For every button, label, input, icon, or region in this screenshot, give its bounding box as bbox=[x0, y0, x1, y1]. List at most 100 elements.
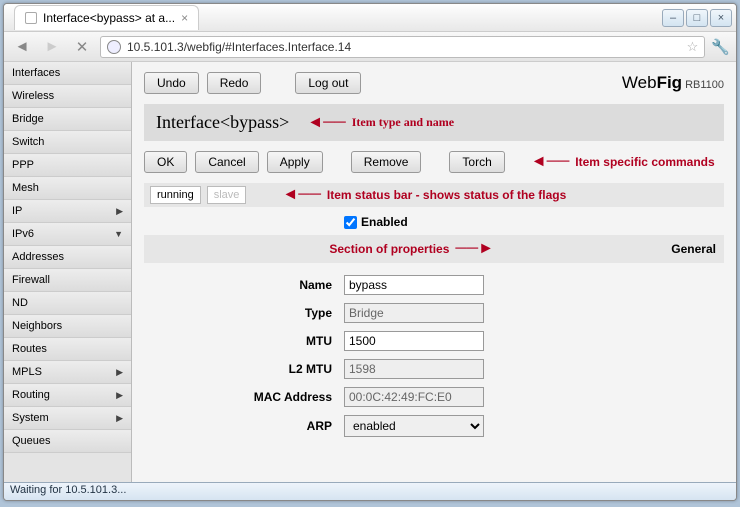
enabled-checkbox[interactable] bbox=[344, 216, 357, 229]
annot-status: Item status bar - shows status of the fl… bbox=[327, 188, 566, 202]
minimize-button[interactable]: – bbox=[662, 9, 684, 27]
mtu-field[interactable] bbox=[344, 331, 484, 351]
sidebar-item-label: Addresses bbox=[12, 251, 64, 263]
sidebar-item-label: Mesh bbox=[12, 182, 39, 194]
sidebar-item-label: Bridge bbox=[12, 113, 44, 125]
sidebar-item-mpls[interactable]: MPLS ▶ bbox=[4, 361, 131, 384]
browser-tab[interactable]: Interface<bypass> at a... × bbox=[14, 5, 199, 30]
sidebar-item-label: Wireless bbox=[12, 90, 54, 102]
top-buttons: Undo Redo Log out WebFigRB1100 bbox=[144, 72, 724, 94]
torch-button[interactable]: Torch bbox=[449, 151, 504, 173]
sidebar-item-routing[interactable]: Routing ▶ bbox=[4, 384, 131, 407]
arrow-left-icon: ◄── bbox=[282, 186, 321, 204]
sidebar-item-label: Routes bbox=[12, 343, 47, 355]
annot-commands: Item specific commands bbox=[575, 155, 714, 169]
bookmark-icon[interactable]: ☆ bbox=[687, 39, 699, 55]
window-controls: – □ × bbox=[662, 9, 732, 27]
sidebar-item-label: System bbox=[12, 412, 49, 424]
sidebar-item-queues[interactable]: Queues bbox=[4, 430, 131, 453]
status-bar: running slave ◄── Item status bar - shows… bbox=[144, 183, 724, 207]
redo-button[interactable]: Redo bbox=[207, 72, 262, 94]
sidebar-item-neighbors[interactable]: Neighbors bbox=[4, 315, 131, 338]
arrow-right-icon: ──► bbox=[455, 240, 494, 258]
sidebar-item-interfaces[interactable]: Interfaces bbox=[4, 62, 131, 85]
sidebar-item-label: Interfaces bbox=[12, 67, 60, 79]
browser-statusbar: Waiting for 10.5.101.3... bbox=[4, 482, 736, 500]
sidebar-item-label: Neighbors bbox=[12, 320, 62, 332]
item-header: Interface<bypass> ◄── Item type and name bbox=[144, 104, 724, 141]
section-general: General bbox=[671, 242, 716, 256]
page-icon bbox=[25, 12, 37, 24]
sidebar-item-ppp[interactable]: PPP bbox=[4, 154, 131, 177]
sidebar: Interfaces Wireless Bridge Switch PPP Mesh IP ▶… bbox=[4, 62, 132, 482]
sidebar-item-wireless[interactable]: Wireless bbox=[4, 85, 131, 108]
type-label: Type bbox=[144, 306, 344, 320]
browser-window: Interface<bypass> at a... × – □ × ◄ ► ✕ … bbox=[3, 3, 737, 501]
arp-label: ARP bbox=[144, 419, 344, 433]
l2mtu-field bbox=[344, 359, 484, 379]
apply-button[interactable]: Apply bbox=[267, 151, 323, 173]
main-panel: Undo Redo Log out WebFigRB1100 Interface… bbox=[132, 62, 736, 482]
type-field bbox=[344, 303, 484, 323]
sidebar-item-firewall[interactable]: Firewall bbox=[4, 269, 131, 292]
close-icon[interactable]: × bbox=[181, 11, 188, 25]
mac-label: MAC Address bbox=[144, 390, 344, 404]
sidebar-item-label: Queues bbox=[12, 435, 51, 447]
arrow-left-icon: ◄── bbox=[307, 114, 346, 132]
arp-select[interactable]: enabled bbox=[344, 415, 484, 437]
status-slave: slave bbox=[207, 186, 247, 204]
sidebar-item-system[interactable]: System ▶ bbox=[4, 407, 131, 430]
remove-button[interactable]: Remove bbox=[351, 151, 422, 173]
chevron-right-icon: ▶ bbox=[116, 367, 123, 378]
section-header: Section of properties ──► General bbox=[144, 235, 724, 263]
logout-button[interactable]: Log out bbox=[295, 72, 361, 94]
undo-button[interactable]: Undo bbox=[144, 72, 199, 94]
annot-typename: Item type and name bbox=[352, 115, 454, 130]
ok-button[interactable]: OK bbox=[144, 151, 187, 173]
webfig-logo: WebFigRB1100 bbox=[622, 73, 724, 93]
back-button[interactable]: ◄ bbox=[10, 37, 34, 57]
name-field[interactable] bbox=[344, 275, 484, 295]
chevron-down-icon: ▼ bbox=[114, 229, 123, 239]
status-running: running bbox=[150, 186, 201, 204]
annot-section: Section of properties bbox=[329, 242, 449, 256]
chevron-right-icon: ▶ bbox=[116, 206, 123, 217]
action-buttons: OK Cancel Apply Remove Torch ◄── Item spe… bbox=[144, 151, 724, 173]
url-bar[interactable]: 10.5.101.3/webfig/#Interfaces.Interface.… bbox=[100, 36, 705, 58]
stop-button[interactable]: ✕ bbox=[70, 37, 94, 57]
chevron-right-icon: ▶ bbox=[116, 390, 123, 401]
mac-field bbox=[344, 387, 484, 407]
sidebar-item-label: Routing bbox=[12, 389, 50, 401]
sidebar-item-routes[interactable]: Routes bbox=[4, 338, 131, 361]
sidebar-item-label: Firewall bbox=[12, 274, 50, 286]
wrench-icon[interactable]: 🔧 bbox=[711, 38, 730, 56]
sidebar-item-label: ND bbox=[12, 297, 28, 309]
arrow-left-icon: ◄── bbox=[531, 153, 570, 171]
forward-button[interactable]: ► bbox=[40, 37, 64, 57]
page-content: Interfaces Wireless Bridge Switch PPP Mesh IP ▶… bbox=[4, 62, 736, 482]
page-title: Interface<bypass> bbox=[156, 112, 289, 133]
properties: Name Type MTU L2 MTU MAC Address ARPenab… bbox=[144, 271, 724, 441]
sidebar-item-addresses[interactable]: Addresses bbox=[4, 246, 131, 269]
l2mtu-label: L2 MTU bbox=[144, 362, 344, 376]
sidebar-item-switch[interactable]: Switch bbox=[4, 131, 131, 154]
enabled-label: Enabled bbox=[361, 215, 408, 229]
cancel-button[interactable]: Cancel bbox=[195, 151, 258, 173]
sidebar-item-nd[interactable]: ND bbox=[4, 292, 131, 315]
sidebar-item-ipv6[interactable]: IPv6 ▼ bbox=[4, 223, 131, 246]
mtu-label: MTU bbox=[144, 334, 344, 348]
tab-title: Interface<bypass> at a... bbox=[43, 11, 175, 25]
close-button[interactable]: × bbox=[710, 9, 732, 27]
sidebar-item-label: PPP bbox=[12, 159, 34, 171]
sidebar-item-mesh[interactable]: Mesh bbox=[4, 177, 131, 200]
chevron-right-icon: ▶ bbox=[116, 413, 123, 424]
sidebar-item-label: MPLS bbox=[12, 366, 42, 378]
globe-icon bbox=[107, 40, 121, 54]
maximize-button[interactable]: □ bbox=[686, 9, 708, 27]
sidebar-item-label: IP bbox=[12, 205, 22, 217]
name-label: Name bbox=[144, 278, 344, 292]
enabled-row: Enabled bbox=[144, 215, 724, 229]
sidebar-item-bridge[interactable]: Bridge bbox=[4, 108, 131, 131]
sidebar-item-ip[interactable]: IP ▶ bbox=[4, 200, 131, 223]
sidebar-item-label: IPv6 bbox=[12, 228, 34, 240]
